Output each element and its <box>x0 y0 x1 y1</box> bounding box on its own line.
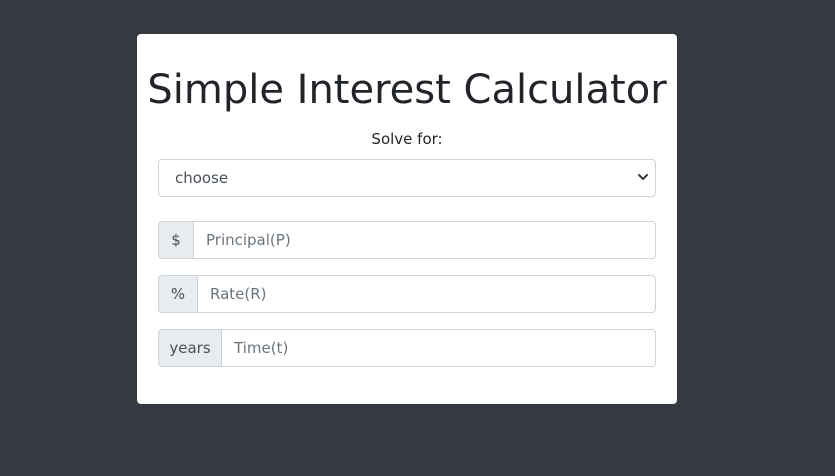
percent-addon: % <box>158 275 197 313</box>
time-input[interactable] <box>221 329 656 367</box>
solve-for-label: Solve for: <box>371 130 443 148</box>
dollar-addon: $ <box>158 221 193 259</box>
years-addon: years <box>158 329 221 367</box>
calculator-card: Simple Interest Calculator Solve for: ch… <box>137 34 677 404</box>
principal-input-group: $ <box>158 221 656 259</box>
solve-for-select[interactable]: choose <box>158 159 656 197</box>
time-input-group: years <box>158 329 656 367</box>
principal-input[interactable] <box>193 221 656 259</box>
rate-input-group: % <box>158 275 656 313</box>
rate-input[interactable] <box>197 275 656 313</box>
solve-for-selected-value: choose <box>175 169 229 187</box>
page-title: Simple Interest Calculator <box>147 67 667 113</box>
chevron-down-icon <box>638 174 648 180</box>
